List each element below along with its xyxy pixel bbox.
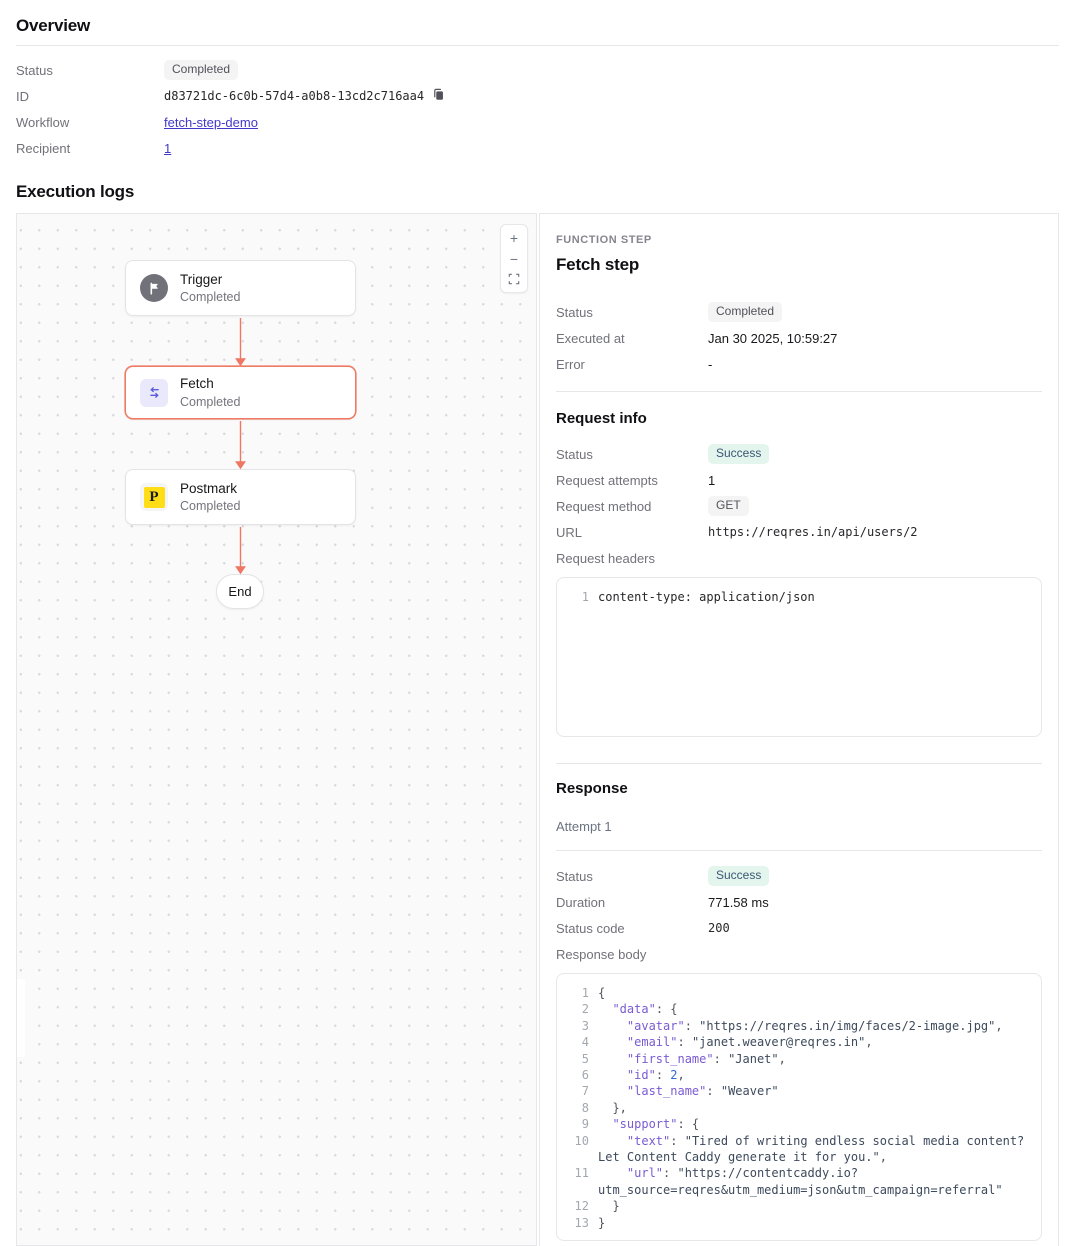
executed-at-value: Jan 30 2025, 10:59:27: [708, 331, 837, 346]
flow-node-end[interactable]: End: [216, 574, 264, 609]
postmark-p-icon: P: [140, 483, 168, 511]
node-title: Trigger: [180, 272, 240, 288]
step-status-row: Status Completed: [556, 299, 1042, 325]
status-code-value: 200: [708, 921, 730, 935]
method-badge: GET: [708, 496, 749, 517]
status-label: Status: [556, 305, 708, 320]
fullscreen-icon: [508, 273, 520, 287]
response-body-row: Response body: [556, 941, 1042, 967]
swap-arrows-icon: [140, 379, 168, 407]
status-label: Status: [16, 63, 164, 78]
url-label: URL: [556, 525, 708, 540]
duration-value: 771.58 ms: [708, 895, 769, 910]
node-status: Completed: [180, 499, 240, 513]
attempt-label: Attempt 1: [556, 819, 1042, 834]
status-code-label: Status code: [556, 921, 708, 936]
error-row: Error -: [556, 351, 1042, 377]
workflow-label: Workflow: [16, 115, 164, 130]
zoom-in-button[interactable]: +: [501, 227, 527, 248]
zoom-out-button[interactable]: −: [501, 248, 527, 269]
divider: [16, 45, 1059, 46]
overview-id-row: ID d83721dc-6c0b-57d4-a0b8-13cd2c716aa4: [16, 83, 1059, 109]
copy-icon: [432, 88, 445, 104]
canvas-zoom-controls: + −: [500, 224, 528, 293]
response-body-code-block: 1{2 "data": {3 "avatar": "https://reqres…: [556, 973, 1042, 1241]
request-headers-code-block: 1content-type: application/json: [556, 577, 1042, 737]
request-method-row: Request method GET: [556, 493, 1042, 519]
status-badge: Completed: [164, 60, 238, 81]
overview-recipient-row: Recipient 1: [16, 135, 1059, 161]
overview-status-row: Status Completed: [16, 57, 1059, 83]
recipient-label: Recipient: [16, 141, 164, 156]
request-headers-label: Request headers: [556, 551, 708, 566]
url-value: https://reqres.in/api/users/2: [708, 525, 918, 539]
response-title: Response: [556, 780, 1042, 797]
flag-icon: [140, 274, 168, 302]
node-texts: Postmark Completed: [180, 481, 240, 514]
node-title: Fetch: [180, 376, 240, 392]
fullscreen-button[interactable]: [501, 269, 527, 290]
execution-logs-body: Trigger Completed Fetch Completed P P: [16, 213, 1059, 1246]
success-badge: Success: [708, 444, 769, 465]
request-status-row: Status Success: [556, 441, 1042, 467]
response-status-row: Status Success: [556, 863, 1042, 889]
copy-id-button[interactable]: [432, 88, 445, 104]
node-status: Completed: [180, 290, 240, 304]
status-badge: Completed: [708, 302, 782, 323]
flow-node-fetch[interactable]: Fetch Completed: [125, 366, 356, 419]
error-value: -: [708, 357, 712, 372]
flow-node-trigger[interactable]: Trigger Completed: [125, 260, 356, 316]
success-badge: Success: [708, 866, 769, 887]
step-title: Fetch step: [556, 255, 1042, 275]
status-label: Status: [556, 447, 708, 462]
executed-at-label: Executed at: [556, 331, 708, 346]
method-label: Request method: [556, 499, 708, 514]
divider: [556, 850, 1042, 851]
request-url-row: URL https://reqres.in/api/users/2: [556, 519, 1042, 545]
step-detail-panel: FUNCTION STEP Fetch step Status Complete…: [539, 213, 1059, 1246]
workflow-link[interactable]: fetch-step-demo: [164, 115, 258, 130]
overview-workflow-row: Workflow fetch-step-demo: [16, 109, 1059, 135]
id-label: ID: [16, 89, 164, 104]
clipped-canvas-element: [17, 979, 25, 1057]
transaction-id: d83721dc-6c0b-57d4-a0b8-13cd2c716aa4: [164, 89, 424, 103]
execution-logs-title: Execution logs: [16, 182, 1059, 202]
flow-node-postmark[interactable]: P Postmark Completed: [125, 469, 356, 525]
error-label: Error: [556, 357, 708, 372]
node-title: Postmark: [180, 481, 240, 497]
executed-at-row: Executed at Jan 30 2025, 10:59:27: [556, 325, 1042, 351]
execution-detail-page: Overview Status Completed ID d83721dc-6c…: [0, 0, 1075, 1246]
node-texts: Trigger Completed: [180, 272, 240, 305]
divider: [556, 763, 1042, 764]
status-code-row: Status code 200: [556, 915, 1042, 941]
postmark-logo-letter: P: [144, 487, 165, 508]
divider: [556, 391, 1042, 392]
request-headers-row: Request headers: [556, 545, 1042, 571]
recipient-link[interactable]: 1: [164, 141, 171, 156]
overview-title: Overview: [16, 16, 1059, 36]
node-texts: Fetch Completed: [180, 376, 240, 409]
workflow-canvas[interactable]: Trigger Completed Fetch Completed P P: [16, 213, 537, 1246]
request-info-title: Request info: [556, 410, 1042, 427]
duration-label: Duration: [556, 895, 708, 910]
duration-row: Duration 771.58 ms: [556, 889, 1042, 915]
status-label: Status: [556, 869, 708, 884]
request-attempts-row: Request attempts 1: [556, 467, 1042, 493]
attempts-value: 1: [708, 473, 715, 488]
node-status: Completed: [180, 395, 240, 409]
response-body-label: Response body: [556, 947, 708, 962]
attempts-label: Request attempts: [556, 473, 708, 488]
step-kicker: FUNCTION STEP: [556, 234, 1042, 246]
